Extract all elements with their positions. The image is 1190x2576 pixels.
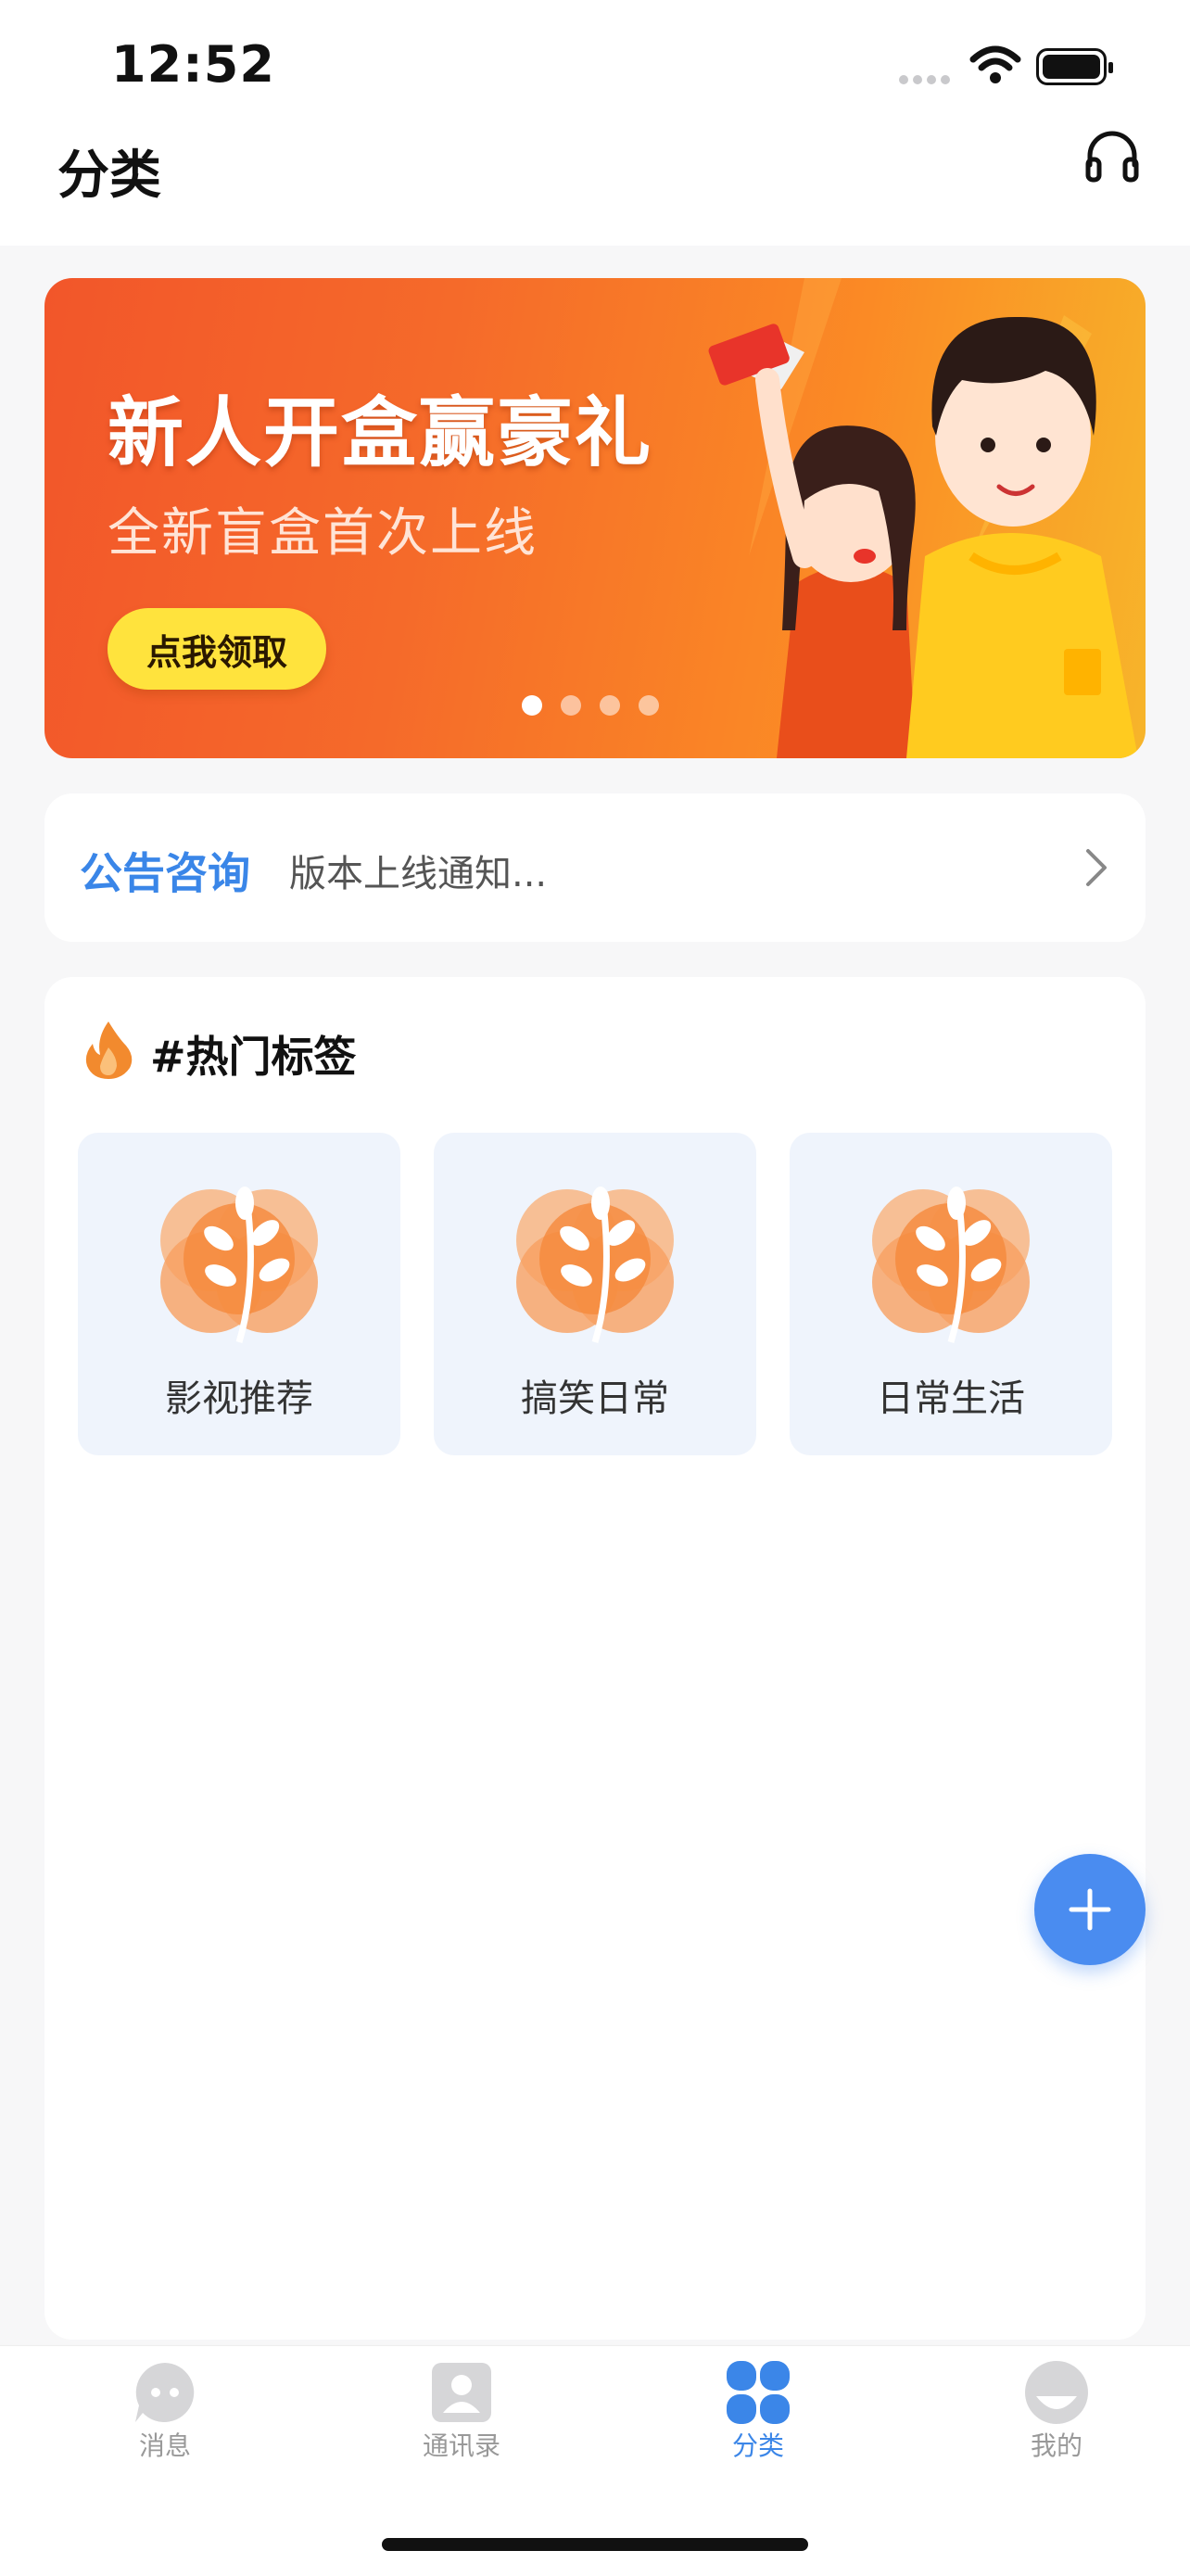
tab-label: 通讯录 [422, 2430, 500, 2461]
profile-icon [1025, 2361, 1088, 2424]
tab-contacts[interactable]: 通讯录 [369, 2359, 554, 2470]
tab-messages[interactable]: 消息 [72, 2359, 258, 2470]
banner-illustration [708, 278, 1138, 758]
announcement-label: 公告咨询 [80, 848, 250, 898]
tab-label: 我的 [1030, 2430, 1082, 2461]
page-dot [522, 695, 542, 716]
status-bar: 12:52 [0, 0, 1190, 130]
tab-label: 消息 [138, 2430, 191, 2461]
contacts-icon [432, 2363, 491, 2422]
tag-label: 搞笑日常 [521, 1377, 669, 1420]
message-icon [135, 2363, 195, 2422]
battery-icon [1036, 48, 1113, 85]
cellular-signal-icon [899, 70, 955, 88]
status-time: 12:52 [111, 35, 275, 94]
tag-item[interactable]: 影视推荐 [78, 1133, 400, 1455]
chevron-right-icon [1086, 849, 1107, 886]
home-indicator [382, 2538, 808, 2551]
page-dot [561, 695, 581, 716]
fire-icon [85, 1022, 133, 1079]
tab-label: 分类 [731, 2430, 784, 2461]
plus-icon [1069, 1888, 1111, 1931]
announcement-bar[interactable]: 公告咨询 版本上线通知... [44, 793, 1146, 942]
page-dot [600, 695, 620, 716]
page-dot [639, 695, 659, 716]
claim-button[interactable]: 点我领取 [108, 608, 326, 690]
tag-item[interactable]: 搞笑日常 [434, 1133, 756, 1455]
tab-category[interactable]: 分类 [665, 2359, 851, 2470]
leaf-icon [160, 1186, 318, 1344]
page-header: 分类 [0, 111, 1190, 246]
headset-icon[interactable] [1082, 126, 1142, 185]
page-title: 分类 [57, 146, 161, 206]
tag-label: 日常生活 [877, 1377, 1025, 1420]
promo-banner[interactable]: 新人开盒赢豪礼 全新盲盒首次上线 点我领取 [44, 278, 1146, 758]
banner-subtitle: 全新盲盒首次上线 [108, 503, 538, 564]
leaf-icon [872, 1186, 1030, 1344]
banner-title: 新人开盒赢豪礼 [108, 389, 653, 477]
leaf-icon [516, 1186, 674, 1344]
add-button[interactable] [1034, 1854, 1146, 1965]
hot-tags-card: #热门标签 影视推荐 搞笑日常 日常生活 [44, 977, 1146, 2340]
tab-profile[interactable]: 我的 [964, 2359, 1149, 2470]
announcement-text: 版本上线通知... [289, 853, 548, 895]
hot-tags-title: #热门标签 [150, 1032, 357, 1082]
category-icon [727, 2361, 790, 2424]
tag-label: 影视推荐 [165, 1377, 313, 1420]
tag-item[interactable]: 日常生活 [790, 1133, 1112, 1455]
wifi-icon [969, 45, 1021, 83]
banner-page-indicator [522, 695, 677, 719]
